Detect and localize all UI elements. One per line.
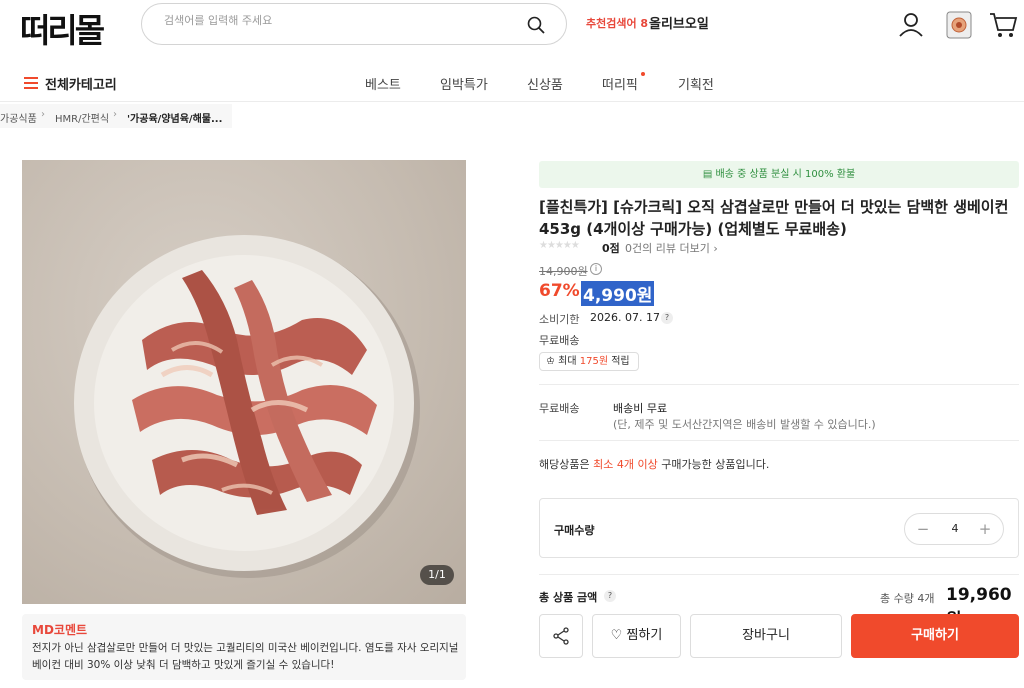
points-badge: ♔ 최대 175원 적립 bbox=[539, 352, 639, 371]
divider bbox=[539, 384, 1019, 385]
points-suffix: 적립 bbox=[608, 356, 630, 367]
coupon-icon[interactable] bbox=[944, 10, 974, 40]
shipping-note: (단, 제주 및 도서산간지역은 배송비 발생할 수 있습니다.) bbox=[613, 418, 876, 431]
nav-item-pick[interactable]: 떠리픽 bbox=[602, 74, 638, 93]
nav-item-best[interactable]: 베스트 bbox=[365, 74, 401, 93]
expiry-value: 2026. 07. 17 bbox=[590, 311, 660, 324]
breadcrumb: 가공식품 › HMR/간편식 › '가공육/양념육/해물... bbox=[0, 104, 232, 128]
bacon-plate-illustration bbox=[74, 235, 420, 578]
header: 떠리몰 추천검색어 8 올리브오일 bbox=[0, 0, 1024, 52]
chevron-right-icon: › bbox=[113, 109, 117, 120]
package-icon: ▤ bbox=[702, 169, 716, 180]
wishlist-button[interactable]: ♡ 찜하기 bbox=[592, 614, 681, 658]
divider bbox=[539, 440, 1019, 441]
points-value: 175원 bbox=[579, 356, 609, 367]
quantity-label: 구매수량 bbox=[554, 524, 595, 537]
chevron-right-icon: › bbox=[41, 109, 45, 120]
quantity-value[interactable]: 4 bbox=[945, 522, 965, 535]
total-count: 총 수량 4개 bbox=[880, 592, 935, 605]
info-icon[interactable]: i bbox=[590, 263, 602, 275]
nav-item-imminent-deals[interactable]: 임박특가 bbox=[440, 74, 488, 93]
search-icon[interactable] bbox=[526, 15, 546, 35]
menu-icon[interactable] bbox=[24, 77, 38, 89]
nav-item-exhibitions[interactable]: 기획전 bbox=[678, 74, 714, 93]
all-categories-button[interactable]: 전체카테고리 bbox=[45, 74, 117, 93]
nav-item-new[interactable]: 신상품 bbox=[527, 74, 563, 93]
search-input[interactable] bbox=[164, 14, 514, 27]
md-comment-title: MD코멘트 bbox=[32, 623, 88, 637]
image-counter: 1/1 bbox=[420, 565, 454, 585]
md-comment: MD코멘트 전지가 아닌 삼겹살로만 만들어 더 맛있는 고퀄리티의 미국산 베… bbox=[22, 614, 466, 680]
site-logo[interactable]: 떠리몰 bbox=[20, 4, 105, 52]
help-icon[interactable]: ? bbox=[604, 590, 616, 602]
user-icon[interactable] bbox=[896, 10, 926, 40]
min-highlight: 최소 4개 이상 bbox=[593, 458, 658, 471]
recommend-keyword[interactable]: 올리브오일 bbox=[649, 13, 709, 32]
wishlist-label: 찜하기 bbox=[626, 628, 663, 643]
quantity-box: 구매수량 − 4 + bbox=[539, 498, 1019, 558]
quantity-stepper[interactable]: − 4 + bbox=[904, 513, 1004, 545]
product-image[interactable] bbox=[22, 160, 466, 604]
reviews-link[interactable]: 0건의 리뷰 더보기 › bbox=[625, 240, 718, 256]
breadcrumb-item[interactable]: 가공식품 bbox=[0, 110, 37, 125]
crown-icon: ♔ bbox=[546, 356, 559, 367]
min-suffix: 구매가능한 상품입니다. bbox=[657, 458, 770, 471]
refund-banner-text: 배송 중 상품 분실 시 100% 환불 bbox=[715, 169, 856, 180]
rating-stars: ★★★★★ bbox=[539, 240, 580, 251]
new-dot-badge bbox=[641, 72, 645, 76]
rating-score: 0점 bbox=[602, 242, 620, 255]
minus-button[interactable]: − bbox=[913, 519, 933, 539]
share-button[interactable] bbox=[539, 614, 583, 658]
total-label: 총 상품 금액 bbox=[539, 591, 598, 604]
reviews-link-text: 0건의 리뷰 더보기 bbox=[625, 242, 710, 255]
add-to-cart-button[interactable]: 장바구니 bbox=[690, 614, 842, 658]
points-prefix: 최대 bbox=[558, 356, 580, 367]
expiry-label: 소비기한 bbox=[539, 313, 580, 326]
md-comment-text: 전지가 아닌 삼겹살로만 만들어 더 맛있는 고퀄리티의 미국산 베이컨입니다.… bbox=[32, 642, 459, 671]
recommend-label: 추천검색어 8 bbox=[586, 17, 649, 30]
breadcrumb-item[interactable]: HMR/간편식 bbox=[55, 110, 109, 125]
plus-button[interactable]: + bbox=[975, 519, 995, 539]
main-nav: 전체카테고리 베스트 임박특가 신상품 떠리픽 기획전 bbox=[0, 62, 1024, 102]
cart-icon[interactable] bbox=[988, 10, 1018, 40]
chevron-right-icon: › bbox=[713, 242, 718, 255]
original-price: 14,900원 bbox=[539, 265, 588, 278]
help-icon[interactable]: ? bbox=[661, 312, 673, 324]
breadcrumb-item-current: '가공육/양념육/해물... bbox=[127, 114, 223, 125]
share-icon bbox=[553, 627, 569, 645]
minimum-order-message: 해당상품은 최소 4개 이상 구매가능한 상품입니다. bbox=[539, 456, 769, 472]
shipping-value: 배송비 무료 bbox=[613, 402, 668, 415]
shipping-label: 무료배송 bbox=[539, 402, 580, 415]
divider bbox=[539, 574, 1019, 575]
free-shipping-label: 무료배송 bbox=[539, 334, 580, 347]
search-bar[interactable] bbox=[141, 3, 567, 45]
heart-icon: ♡ bbox=[610, 628, 623, 643]
discount-rate: 67% bbox=[539, 281, 580, 301]
refund-banner: ▤ 배송 중 상품 분실 시 100% 환불 bbox=[539, 161, 1019, 188]
product-title: [플친특가] [슈가크릭] 오직 삼겹살로만 만들어 더 맛있는 담백한 생베이… bbox=[539, 198, 1009, 238]
min-prefix: 해당상품은 bbox=[539, 458, 594, 471]
sale-price: 4,990원 bbox=[581, 281, 655, 306]
buy-now-button[interactable]: 구매하기 bbox=[851, 614, 1019, 658]
